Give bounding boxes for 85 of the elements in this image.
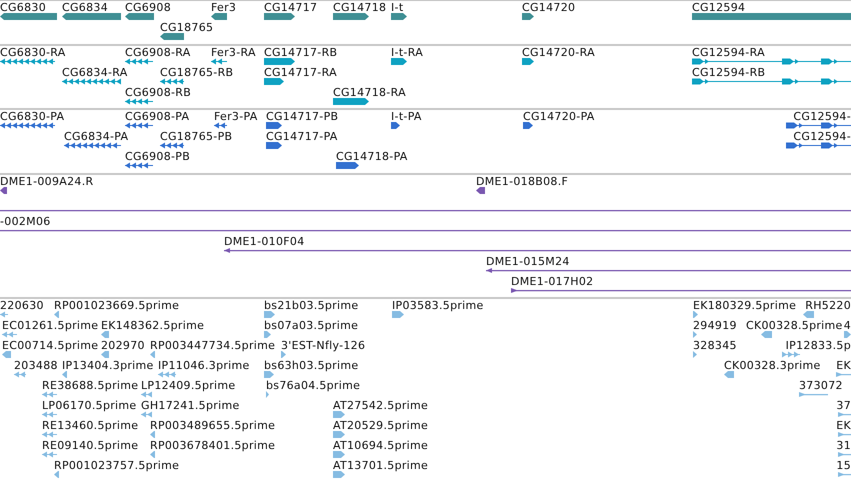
- feature-label: CG6908: [125, 2, 171, 13]
- feature-label: DME1-009A24.R: [0, 176, 94, 187]
- feature-label: CG14720-PA: [523, 111, 595, 122]
- feature-label: 4: [844, 320, 851, 331]
- feature-label: CG6908-PB: [125, 151, 190, 162]
- feature-label: CG14717-PA: [266, 131, 338, 142]
- feature-label: CG12594-: [793, 111, 851, 122]
- feature-label: RH5220: [805, 300, 851, 311]
- feature-label: EK180329.5prime: [693, 300, 796, 311]
- feature-label: bs21b03.5prime: [264, 300, 358, 311]
- feature-label: CG18765-PB: [160, 131, 232, 142]
- feature-label: CG6834-RA: [62, 67, 128, 78]
- feature-label: CG6830-PA: [0, 111, 64, 122]
- feature-label: IP12833.5p: [786, 340, 851, 351]
- feature-label: CG6834: [62, 2, 108, 13]
- feature-label: EK148362.5prime: [101, 320, 204, 331]
- feature-label: CG14718: [333, 2, 386, 13]
- feature-label: 202970: [101, 340, 145, 351]
- feature-label: CG14717: [264, 2, 318, 13]
- feature-label: RP001023757.5prime: [54, 460, 180, 471]
- feature-label: CG14718-RA: [333, 87, 406, 98]
- feature-label: CG12594-RB: [692, 67, 766, 78]
- feature-label: RP003447734.5prime: [150, 340, 276, 351]
- feature-label: EK: [836, 360, 851, 371]
- feature-label: CG14717-RB: [264, 47, 338, 58]
- feature-label: DME1-010F04: [224, 236, 304, 247]
- feature-label: IP13404.3prime: [62, 360, 154, 371]
- feature-label: -002M06: [0, 216, 51, 227]
- feature-label: CG18765: [160, 22, 214, 33]
- feature-label: CG12594: [692, 2, 746, 13]
- feature-label: RP001023669.5prime: [54, 300, 180, 311]
- feature-label: AT13701.5prime: [333, 460, 428, 471]
- feature-label: CK00328.5prime: [746, 320, 843, 331]
- feature-label: IP03583.5prime: [392, 300, 484, 311]
- feature-label: CG12594-RA: [692, 47, 765, 58]
- feature-label: I-t-PA: [391, 111, 422, 122]
- feature-label: CG14717-RA: [264, 67, 337, 78]
- feature-label: CG14717-PB: [266, 111, 338, 122]
- feature-label: DME1-017H02: [511, 276, 594, 287]
- feature-label: Fer3: [211, 2, 236, 13]
- feature-label: I-t: [391, 2, 404, 13]
- feature-label: 328345: [693, 340, 737, 351]
- feature-label: EK: [836, 420, 851, 431]
- feature-label: RE38688.5prime: [42, 380, 138, 391]
- feature-label: DME1-015M24: [486, 256, 570, 267]
- feature-label: AT10694.5prime: [333, 440, 428, 451]
- feature-label: GH17241.5prime: [141, 400, 240, 411]
- feature-label: AT27542.5prime: [333, 400, 428, 411]
- feature-label: RE13460.5prime: [42, 420, 138, 431]
- feature-label: 31: [836, 440, 851, 451]
- feature-label: LP12409.5prime: [141, 380, 236, 391]
- feature-label: bs63h03.5prime: [264, 360, 358, 371]
- feature-label: Fer3-PA: [214, 111, 258, 122]
- feature-label: CG6834-PA: [64, 131, 128, 142]
- feature-label: EC01261.5prime: [2, 320, 98, 331]
- feature-label: bs76a04.5prime: [266, 380, 360, 391]
- feature-label: 294919: [693, 320, 737, 331]
- feature-label: 3'EST-Nfly-126: [281, 340, 366, 351]
- feature-label: EC00714.5prime: [2, 340, 98, 351]
- feature-label: LP06170.5prime: [42, 400, 136, 411]
- feature-label: CG14720: [522, 2, 576, 13]
- feature-label: CG6908-RA: [125, 47, 191, 58]
- feature-label: DME1-018B08.F: [476, 176, 568, 187]
- feature-label: 220630: [0, 300, 44, 311]
- feature-label: AT20529.5prime: [333, 420, 428, 431]
- feature-label: RP003678401.5prime: [150, 440, 276, 451]
- feature-label: CG12594-: [793, 131, 851, 142]
- feature-label: 373072: [799, 380, 843, 391]
- feature-label: CG6908-RB: [125, 87, 192, 98]
- feature-label: CG14718-PA: [336, 151, 408, 162]
- feature-label: CG6830-RA: [0, 47, 66, 58]
- feature-label: CK00328.3prime: [724, 360, 821, 371]
- feature-label: 15: [836, 460, 851, 471]
- feature-label: RE09140.5prime: [42, 440, 138, 451]
- feature-label: I-t-RA: [391, 47, 424, 58]
- feature-label: CG14720-RA: [522, 47, 595, 58]
- feature-label: 37: [836, 400, 851, 411]
- feature-label: CG6830: [0, 2, 46, 13]
- feature-label: CG6908-PA: [125, 111, 190, 122]
- feature-label: CG18765-RB: [160, 67, 234, 78]
- feature-label: bs07a03.5prime: [264, 320, 358, 331]
- feature-label: RP003489655.5prime: [150, 420, 276, 431]
- feature-label: IP11046.3prime: [158, 360, 250, 371]
- feature-label: 203488: [14, 360, 58, 371]
- feature-label: Fer3-RA: [211, 47, 256, 58]
